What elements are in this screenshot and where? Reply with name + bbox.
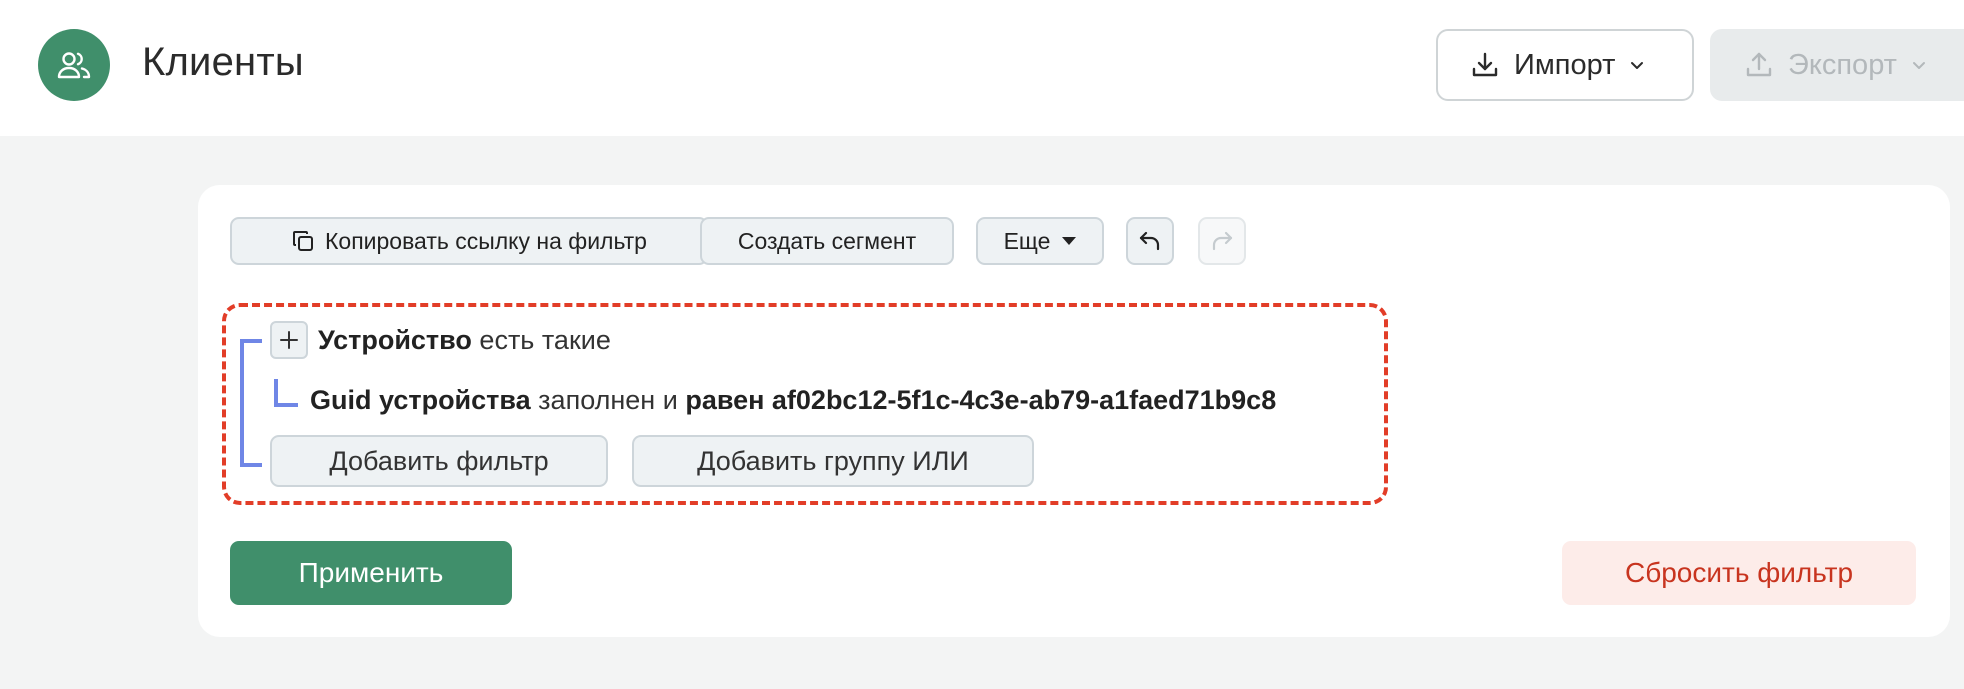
users-icon [57,52,91,79]
filter-card: Копировать ссылку на фильтр Создать сегм… [198,185,1950,637]
chevron-down-icon [1911,57,1927,73]
copy-filter-link-button[interactable]: Копировать ссылку на фильтр [230,217,708,265]
page-header: Клиенты Импорт Экспорт [0,0,1964,136]
copy-filter-link-label: Копировать ссылку на фильтр [325,227,647,254]
tree-connector [240,463,262,467]
copy-icon [291,229,315,253]
tree-connector [274,403,298,407]
import-button[interactable]: Импорт [1436,29,1694,101]
condition-field[interactable]: Guid устройства [310,385,531,415]
download-icon [1472,52,1498,77]
tree-connector [240,339,244,467]
filter-group-box: Устройство есть такие Guid устройства за… [222,303,1388,505]
page-title: Клиенты [142,40,304,84]
add-filter-button[interactable]: Добавить фильтр [270,435,608,487]
caret-down-icon [1062,237,1077,245]
apply-button[interactable]: Применить [230,541,512,605]
upload-icon [1746,52,1772,77]
redo-button[interactable] [1198,217,1246,265]
group-condition: Устройство есть такие [318,325,611,356]
undo-icon [1139,231,1160,251]
group-quantifier[interactable]: есть такие [479,325,610,355]
group-entity[interactable]: Устройство [318,325,472,355]
export-button[interactable]: Экспорт [1710,29,1964,101]
tree-connector [240,339,262,343]
redo-icon [1212,231,1233,251]
more-label: Еще [1003,227,1051,254]
chevron-down-icon [1629,57,1645,73]
plus-icon [280,331,298,349]
condition-operator-value[interactable]: равен af02bc12-5f1c-4c3e-ab79-a1faed71b9… [685,385,1276,415]
condition-conjunction: и [662,385,678,415]
reset-filter-button[interactable]: Сбросить фильтр [1562,541,1916,605]
import-label: Импорт [1514,48,1616,81]
undo-button[interactable] [1126,217,1174,265]
export-label: Экспорт [1788,48,1897,81]
more-menu-button[interactable]: Еще [976,217,1104,265]
filter-condition: Guid устройства заполнен и равен af02bc1… [310,385,1276,416]
avatar [38,29,110,101]
create-segment-button[interactable]: Создать сегмент [700,217,954,265]
condition-state[interactable]: заполнен [538,385,655,415]
expand-group-button[interactable] [270,321,308,359]
add-or-group-button[interactable]: Добавить группу ИЛИ [632,435,1034,487]
